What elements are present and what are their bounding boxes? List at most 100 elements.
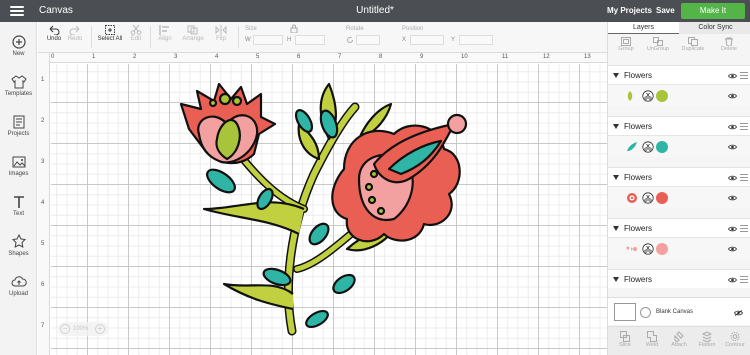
edit-dropdown[interactable]: Edit xyxy=(126,25,146,42)
layer-item[interactable] xyxy=(608,135,750,157)
sidebar-label: New xyxy=(12,51,25,57)
eye-icon[interactable] xyxy=(728,73,737,79)
layer-color-swatch[interactable] xyxy=(656,141,668,153)
duplicate-button[interactable]: Duplicate xyxy=(678,37,708,52)
edit-label: Edit xyxy=(130,36,142,42)
zoom-level: 100% xyxy=(73,326,89,332)
canvas-color-circle[interactable] xyxy=(640,307,651,318)
redo-button[interactable]: Redo xyxy=(67,25,83,42)
slice-button[interactable]: Slice xyxy=(614,331,636,348)
layer-item[interactable] xyxy=(608,237,750,259)
ruler-tick-label: 9 xyxy=(420,54,424,60)
undo-button[interactable]: Undo xyxy=(46,25,62,42)
rotate-input[interactable] xyxy=(356,35,380,45)
eye-icon[interactable] xyxy=(728,144,737,150)
flatten-button[interactable]: Flatten xyxy=(695,331,719,348)
ungroup-button[interactable]: UnGroup xyxy=(644,37,672,52)
panel-tabs: Layers Color Sync xyxy=(608,22,750,34)
layer-menu-icon[interactable] xyxy=(740,225,748,234)
collapse-triangle-icon[interactable] xyxy=(613,124,619,129)
layer-color-swatch[interactable] xyxy=(656,243,668,255)
zoom-out-button[interactable]: − xyxy=(60,324,70,334)
layer-menu-icon[interactable] xyxy=(740,123,748,132)
contour-icon xyxy=(730,332,740,341)
eye-icon[interactable] xyxy=(728,246,737,252)
align-label: Align xyxy=(158,36,172,42)
weld-button[interactable]: Weld xyxy=(641,331,663,348)
collapse-triangle-icon[interactable] xyxy=(613,175,619,180)
collapse-triangle-icon[interactable] xyxy=(613,73,619,78)
width-input[interactable] xyxy=(253,35,283,45)
flower-artwork[interactable] xyxy=(169,79,469,339)
ruler-tick-label: 3 xyxy=(174,54,178,60)
layers-panel: Layers Color Sync Group UnGroup Duplicat… xyxy=(607,22,750,355)
layer-group-header[interactable]: Flowers xyxy=(608,167,750,186)
eye-icon[interactable] xyxy=(728,93,737,99)
save-button[interactable]: Save xyxy=(656,6,675,15)
sidebar-shapes[interactable]: Shapes xyxy=(0,234,37,257)
select-all-button[interactable]: Select All xyxy=(96,25,124,42)
left-ruler: 1 2 3 4 5 6 7 xyxy=(38,53,50,355)
ruler-tick-label: 2 xyxy=(41,118,45,124)
sidebar-projects[interactable]: Projects xyxy=(0,114,37,137)
y-letter: Y xyxy=(451,37,456,43)
collapse-triangle-icon[interactable] xyxy=(613,277,619,282)
eye-icon[interactable] xyxy=(728,124,737,130)
sidebar-text[interactable]: Text xyxy=(0,194,37,217)
ruler-tick-label: 6 xyxy=(297,54,301,60)
layer-item[interactable] xyxy=(608,186,750,208)
sidebar-upload[interactable]: Upload xyxy=(0,274,37,297)
arrange-dropdown[interactable]: Arrange xyxy=(180,25,206,42)
tab-layers[interactable]: Layers xyxy=(608,22,679,34)
design-canvas[interactable] xyxy=(51,64,607,355)
duplicate-label: Duplicate xyxy=(681,46,705,52)
height-input[interactable] xyxy=(295,35,325,45)
layer-group-header[interactable]: Flowers xyxy=(608,65,750,84)
ungroup-icon xyxy=(653,37,663,46)
my-projects-link[interactable]: My Projects xyxy=(607,6,652,15)
menu-icon[interactable] xyxy=(10,6,24,16)
tab-color-sync[interactable]: Color Sync xyxy=(680,22,750,34)
align-dropdown[interactable]: Align xyxy=(154,25,176,42)
layer-menu-icon[interactable] xyxy=(740,72,748,81)
edit-toolbar: Undo Redo Select All Edit Align Arrange … xyxy=(38,22,607,53)
eye-icon[interactable] xyxy=(728,226,737,232)
flip-dropdown[interactable]: Flip xyxy=(212,25,230,42)
layer-group-header[interactable]: Flowers xyxy=(608,269,750,288)
make-it-button[interactable]: Make It xyxy=(681,3,745,19)
layer-menu-icon[interactable] xyxy=(740,276,748,285)
sidebar-images[interactable]: Images xyxy=(0,154,37,177)
layer-item[interactable] xyxy=(608,84,750,106)
top-bar: Canvas Untitled* My Projects Save Make I… xyxy=(0,0,750,22)
attach-icon xyxy=(674,331,684,342)
sidebar-new[interactable]: New xyxy=(0,34,37,57)
eye-icon[interactable] xyxy=(728,175,737,181)
contour-label: Contour xyxy=(725,342,745,348)
group-button[interactable]: Group xyxy=(614,37,638,52)
ruler-tick-label: 11 xyxy=(502,54,509,60)
layer-group-header[interactable]: Flowers xyxy=(608,116,750,135)
eye-icon[interactable] xyxy=(728,195,737,201)
ruler-tick-label: 6 xyxy=(41,282,45,288)
delete-button[interactable]: Delete xyxy=(716,37,742,52)
hidden-eye-icon[interactable] xyxy=(734,310,743,316)
layer-color-swatch[interactable] xyxy=(656,90,668,102)
contour-button[interactable]: Contour xyxy=(723,331,747,348)
toolbar-divider xyxy=(238,26,239,48)
image-icon xyxy=(12,156,25,168)
layer-group-header[interactable]: Flowers xyxy=(608,218,750,237)
eye-icon[interactable] xyxy=(728,277,737,283)
x-letter: X xyxy=(402,37,407,43)
blank-canvas-row[interactable]: Blank Canvas xyxy=(608,297,750,325)
layer-menu-icon[interactable] xyxy=(740,174,748,183)
attach-button[interactable]: Attach xyxy=(668,331,690,348)
layer-color-swatch[interactable] xyxy=(656,192,668,204)
zoom-in-button[interactable]: + xyxy=(95,324,105,334)
x-input[interactable] xyxy=(410,35,444,45)
collapse-triangle-icon[interactable] xyxy=(613,226,619,231)
canvas-swatch[interactable] xyxy=(614,303,636,321)
lock-icon[interactable] xyxy=(290,24,298,33)
flatten-label: Flatten xyxy=(698,342,716,348)
sidebar-templates[interactable]: Templates xyxy=(0,74,37,97)
y-input[interactable] xyxy=(459,35,493,45)
